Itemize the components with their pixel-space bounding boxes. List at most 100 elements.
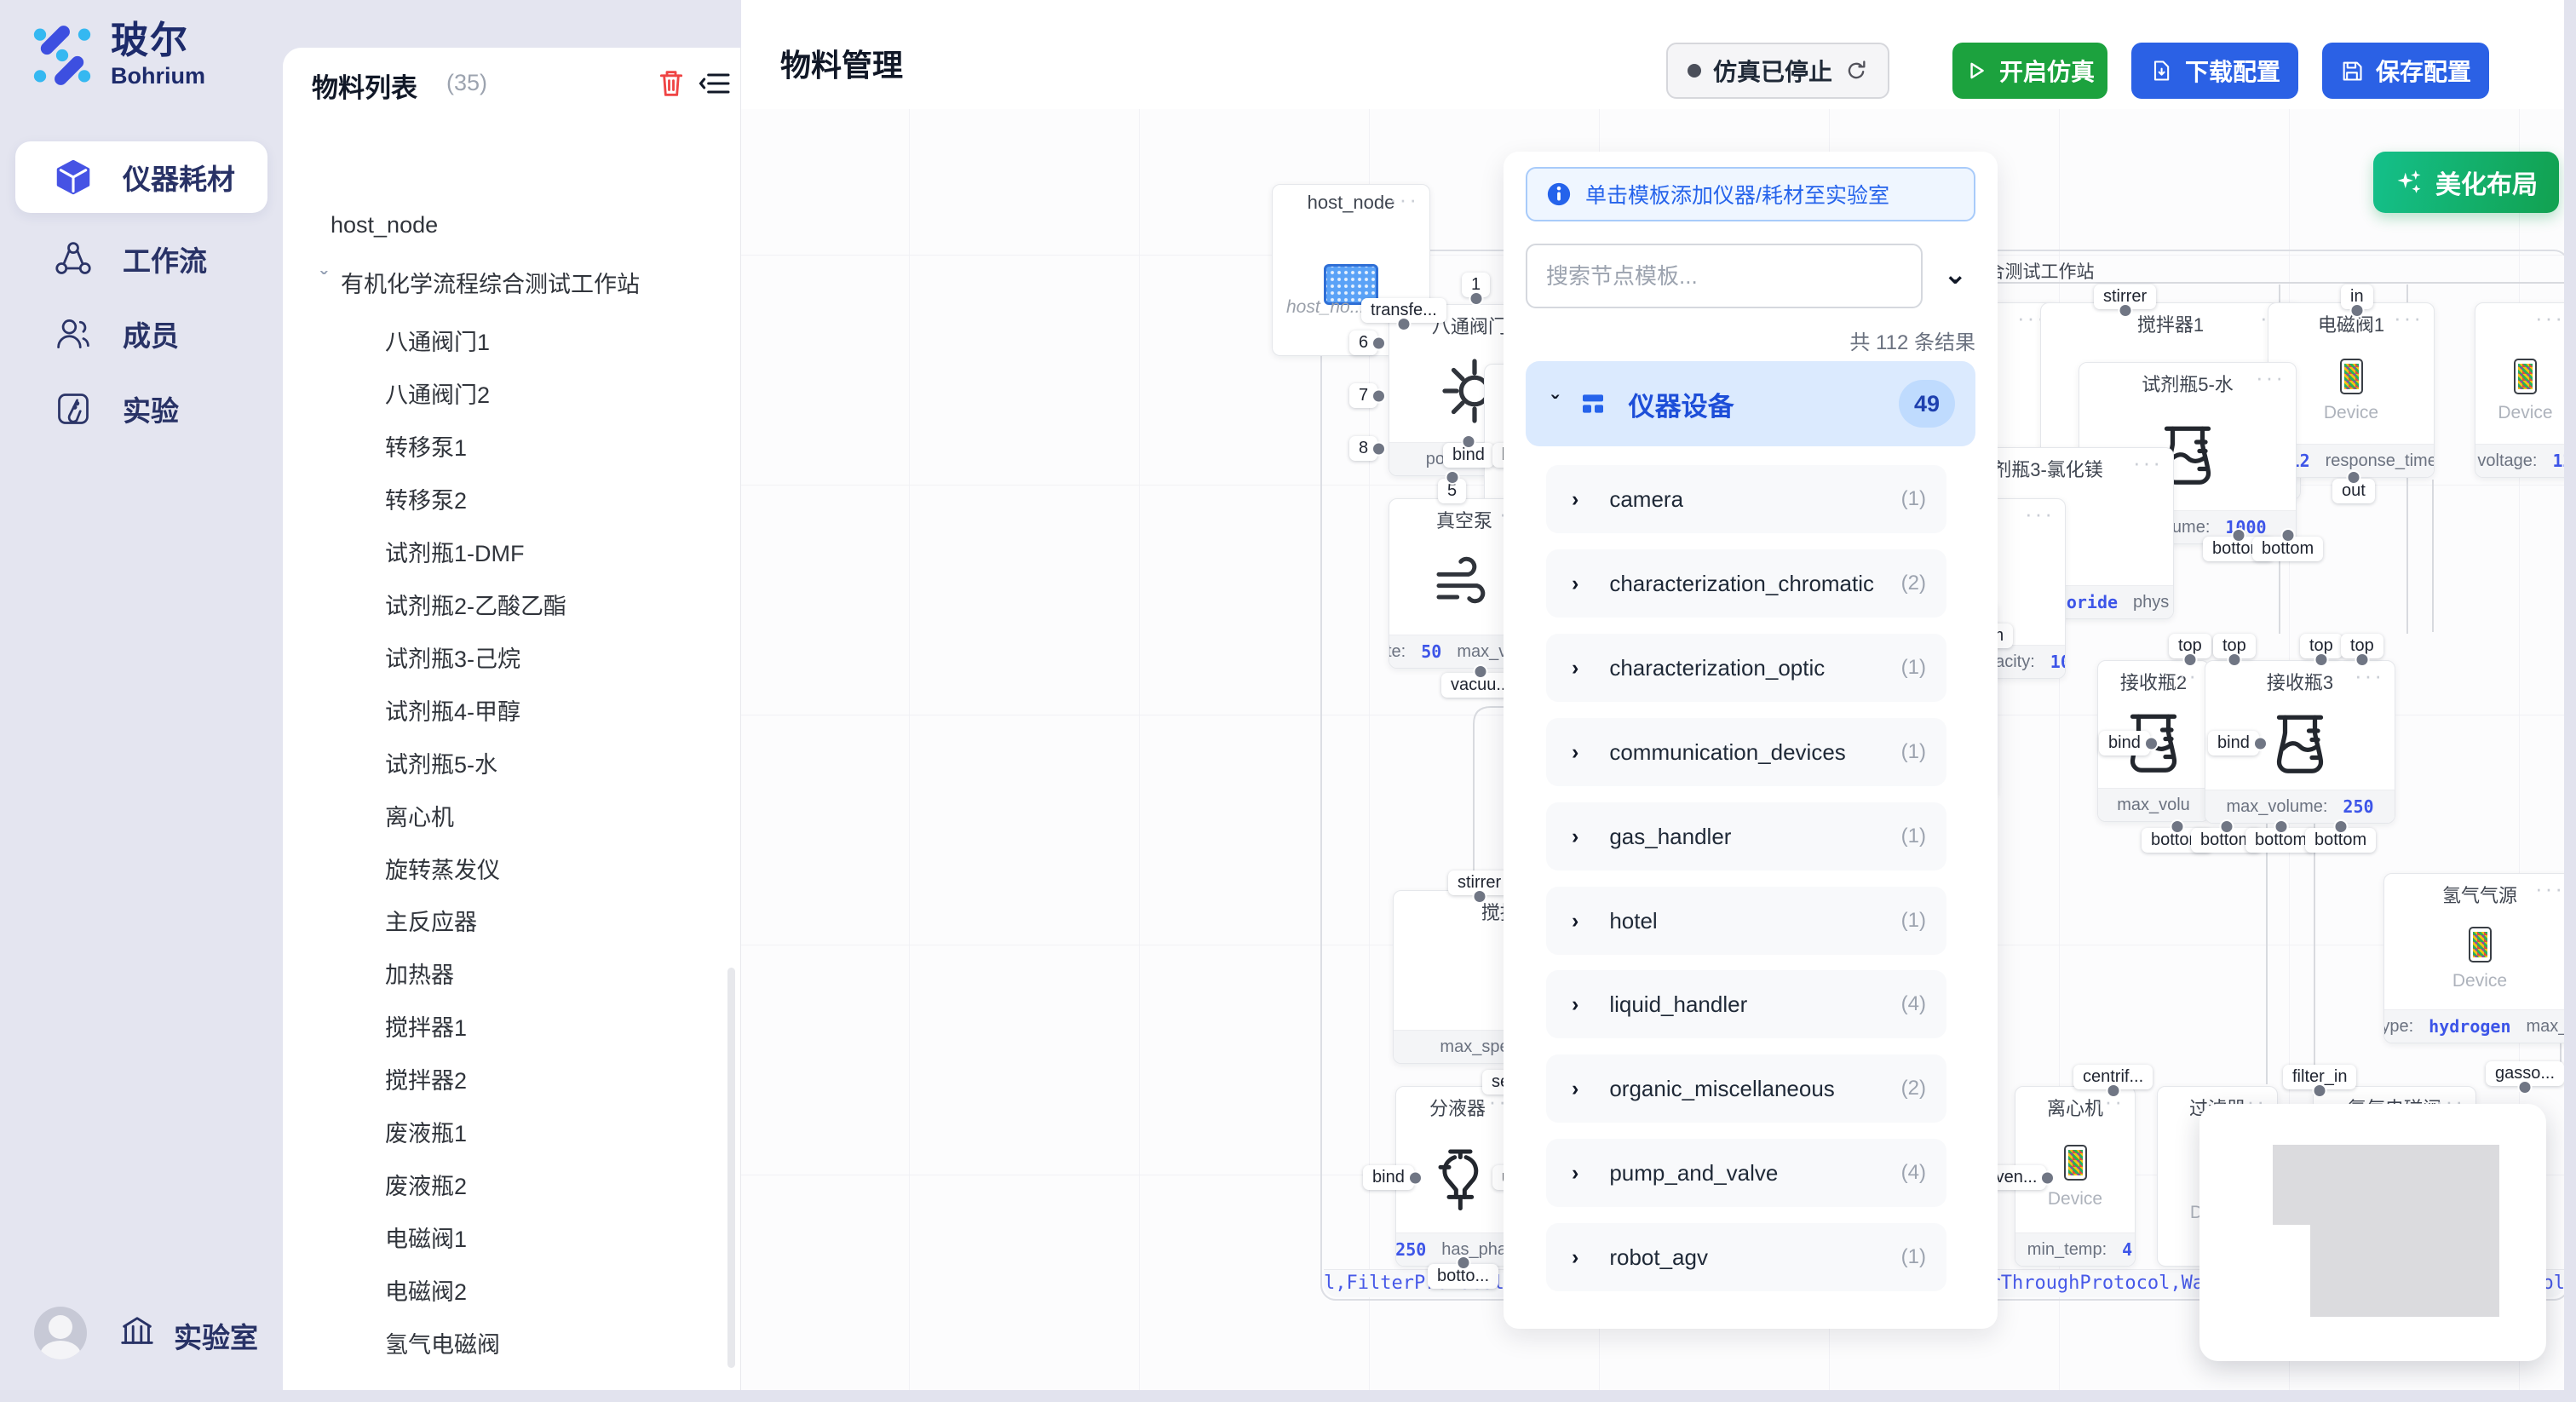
port-7[interactable]: 7 bbox=[1349, 383, 1377, 408]
device-label: Device bbox=[2452, 971, 2507, 991]
sidebar-item-workflow[interactable]: 工作流 bbox=[15, 223, 267, 295]
download-config-button[interactable]: 下载配置 bbox=[2131, 43, 2298, 99]
port-top[interactable]: top bbox=[2341, 634, 2383, 658]
port-bind[interactable]: bind bbox=[1443, 443, 1494, 468]
port-bind[interactable]: bind bbox=[1363, 1165, 1414, 1190]
port-5[interactable]: 5 bbox=[1438, 479, 1466, 503]
category-item-pump_and_valve[interactable]: ›pump_and_valve(4) bbox=[1546, 1139, 1946, 1207]
port-dot-icon bbox=[1472, 889, 1486, 904]
minimap-panel[interactable] bbox=[2199, 1104, 2546, 1361]
tree-item[interactable]: 试剂瓶4-甲醇 bbox=[385, 691, 520, 728]
tree-item[interactable]: 八通阀门1 bbox=[385, 321, 490, 359]
node-menu-icon[interactable]: ··· bbox=[2025, 501, 2055, 527]
port-stirrer[interactable]: stirrer bbox=[2094, 284, 2156, 309]
port-bind[interactable]: bind bbox=[2208, 731, 2259, 756]
sidebar-item-instruments[interactable]: 仪器耗材 bbox=[15, 141, 267, 213]
port-botto[interactable]: botto... bbox=[1428, 1264, 1498, 1289]
tree-item[interactable]: 八通阀门2 bbox=[385, 374, 490, 411]
tree-item[interactable]: 搅拌器2 bbox=[385, 1060, 467, 1097]
port-bottom[interactable]: bottom bbox=[2305, 828, 2376, 853]
category-item-characterization_optic[interactable]: ›characterization_optic(1) bbox=[1546, 634, 1946, 702]
tree-item[interactable]: 试剂瓶2-乙酸乙酯 bbox=[385, 585, 566, 623]
beautify-layout-button[interactable]: 美化布局 bbox=[2373, 152, 2559, 213]
page-vertical-scrollbar[interactable] bbox=[2564, 0, 2576, 1402]
category-item-characterization_chromatic[interactable]: ›characterization_chromatic(2) bbox=[1546, 549, 1946, 618]
category-item-gas_handler[interactable]: ›gas_handler(1) bbox=[1546, 802, 1946, 871]
node-menu-icon[interactable]: ··· bbox=[2256, 365, 2286, 391]
port-transfe[interactable]: transfe... bbox=[1361, 298, 1446, 323]
port-gasso[interactable]: gasso... bbox=[2486, 1061, 2564, 1086]
tree-item[interactable]: 试剂瓶1-DMF bbox=[385, 532, 525, 570]
category-label: characterization_optic bbox=[1609, 655, 1825, 681]
sidebar-item-members[interactable]: 成员 bbox=[15, 298, 267, 370]
category-label: gas_handler bbox=[1609, 824, 1731, 850]
page-horizontal-scrollbar[interactable] bbox=[0, 1390, 2576, 1402]
node-card[interactable]: ···Devicevoltage:12 bbox=[2475, 302, 2576, 478]
port-out[interactable]: out bbox=[2332, 479, 2375, 503]
tree-item[interactable]: 废液瓶1 bbox=[385, 1112, 467, 1150]
port-6[interactable]: 6 bbox=[1349, 330, 1377, 355]
port-bottom[interactable]: bottom bbox=[2252, 537, 2323, 561]
node-menu-icon[interactable]: ··· bbox=[2535, 876, 2565, 902]
node-menu-icon[interactable]: ··· bbox=[2133, 450, 2163, 476]
start-simulation-button[interactable]: 开启仿真 bbox=[1952, 43, 2107, 99]
port-stirrer[interactable]: stirrer bbox=[1448, 871, 1510, 895]
tree-item[interactable]: 离心机 bbox=[385, 796, 454, 834]
trash-icon[interactable] bbox=[654, 66, 688, 101]
category-label: camera bbox=[1609, 486, 1683, 513]
chevron-down-icon[interactable]: ⌄ bbox=[1943, 257, 1968, 291]
category-item-robot_agv[interactable]: ›robot_agv(1) bbox=[1546, 1223, 1946, 1291]
logo-subtitle: Bohrium bbox=[111, 65, 205, 88]
category-item-hotel[interactable]: ›hotel(1) bbox=[1546, 887, 1946, 955]
port-top[interactable]: top bbox=[2300, 634, 2343, 658]
chevron-right-icon: › bbox=[1572, 572, 1578, 596]
port-centrif[interactable]: centrif... bbox=[2073, 1065, 2153, 1089]
tree-item[interactable]: ˇ有机化学流程综合测试工作站 bbox=[320, 263, 640, 301]
category-count: (4) bbox=[1901, 992, 1926, 1016]
search-template-input[interactable] bbox=[1526, 244, 1923, 308]
category-count: (1) bbox=[1901, 487, 1926, 511]
category-item-organic_miscellaneous[interactable]: ›organic_miscellaneous(2) bbox=[1546, 1054, 1946, 1123]
node-氢气气源[interactable]: 氢气气源···Device_type:hydrogenmax_pre bbox=[2383, 873, 2576, 1043]
node-menu-icon[interactable]: ··· bbox=[2535, 305, 2565, 331]
tree-item[interactable]: 旋转蒸发仪 bbox=[385, 849, 500, 887]
tree-item[interactable]: 搅拌器1 bbox=[385, 1007, 467, 1044]
save-config-button[interactable]: 保存配置 bbox=[2322, 43, 2489, 99]
tree-item[interactable]: 氢气电磁阀 bbox=[385, 1324, 500, 1361]
port-1[interactable]: 1 bbox=[1462, 273, 1490, 297]
refresh-icon[interactable] bbox=[1844, 59, 1868, 83]
tree-item[interactable]: 主反应器 bbox=[385, 901, 477, 939]
tree-item[interactable]: 电磁阀1 bbox=[385, 1218, 467, 1255]
node-menu-icon[interactable]: ··· bbox=[2355, 663, 2384, 689]
tree-item[interactable]: 试剂瓶3-己烷 bbox=[385, 638, 520, 675]
node-menu-icon[interactable]: ··· bbox=[2394, 305, 2424, 331]
node-menu-icon[interactable]: ··· bbox=[2169, 663, 2199, 689]
tree-item[interactable]: 试剂瓶5-水 bbox=[385, 744, 497, 781]
category-item-camera[interactable]: ›camera(1) bbox=[1546, 465, 1946, 533]
category-item-liquid_handler[interactable]: ›liquid_handler(4) bbox=[1546, 970, 1946, 1038]
avatar[interactable] bbox=[34, 1307, 87, 1359]
port-dot-icon bbox=[2253, 736, 2268, 750]
port-8[interactable]: 8 bbox=[1349, 436, 1377, 461]
tree-scrollbar[interactable] bbox=[727, 968, 735, 1368]
port-dot-icon bbox=[2040, 1170, 2055, 1185]
port-top[interactable]: top bbox=[2213, 634, 2256, 658]
tree-item[interactable]: 转移泵1 bbox=[385, 427, 467, 464]
sidebar-footer-label[interactable]: 实验室 bbox=[174, 1315, 258, 1356]
tree-item[interactable]: 转移泵2 bbox=[385, 480, 467, 517]
tree-item[interactable]: 加热器 bbox=[385, 954, 454, 991]
tree-item[interactable]: 废液瓶2 bbox=[385, 1165, 467, 1203]
port-top[interactable]: top bbox=[2169, 634, 2211, 658]
port-dot-icon bbox=[2274, 819, 2288, 834]
category-group-instruments[interactable]: ˇ 仪器设备 49 bbox=[1526, 361, 1975, 446]
tree-item[interactable]: 电磁阀2 bbox=[385, 1271, 467, 1308]
tree-item[interactable]: host_node bbox=[331, 206, 438, 244]
port-bind[interactable]: bind bbox=[2099, 731, 2150, 756]
chevron-down-icon[interactable]: ˇ bbox=[320, 268, 327, 292]
node-menu-icon[interactable]: ··· bbox=[1389, 187, 1419, 213]
category-item-communication_devices[interactable]: ›communication_devices(1) bbox=[1546, 718, 1946, 786]
port-in[interactable]: in bbox=[2341, 284, 2373, 309]
collapse-list-icon[interactable] bbox=[699, 66, 733, 101]
port-filter_in[interactable]: filter_in bbox=[2283, 1065, 2356, 1089]
sidebar-item-experiments[interactable]: 实验 bbox=[15, 373, 267, 445]
